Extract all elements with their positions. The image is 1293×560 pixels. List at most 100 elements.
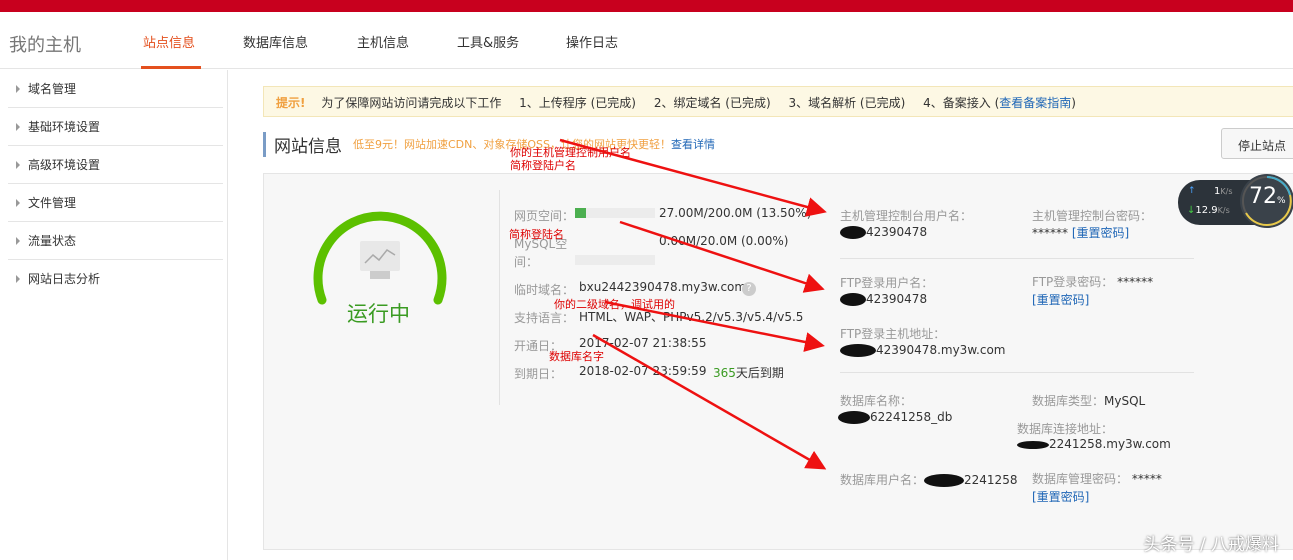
stop-site-button[interactable]: 停止站点 xyxy=(1221,128,1293,159)
redaction-mark xyxy=(840,293,866,306)
status-gauge xyxy=(313,211,447,305)
reset-db-password-link[interactable]: [重置密码] xyxy=(1032,488,1089,505)
web-space-label: 网页空间： xyxy=(514,209,575,223)
ftp-host-text: 42390478.my3w.com xyxy=(876,343,1006,357)
mysql-space-label-2: 间： xyxy=(514,255,539,269)
sidebar-item-label: 文件管理 xyxy=(28,196,77,210)
brand-title: 我的主机 xyxy=(9,35,81,56)
tab-database-info[interactable]: 数据库信息 xyxy=(243,32,308,51)
sidebar-item-label: 域名管理 xyxy=(28,82,77,96)
caret-right-icon xyxy=(16,237,20,245)
ftp-pw-label: FTP登录密码： xyxy=(1032,275,1114,289)
tab-operation-log[interactable]: 操作日志 xyxy=(566,32,618,51)
db-type-label: 数据库类型： xyxy=(1032,394,1105,408)
upload-arrow-icon: ↑ xyxy=(1188,186,1196,196)
sidebar-item-log-analysis[interactable]: 网站日志分析 xyxy=(8,260,223,298)
caret-right-icon xyxy=(16,161,20,169)
speed-unit: K/s xyxy=(1220,187,1233,196)
redaction-mark xyxy=(840,344,876,357)
percent-sign: % xyxy=(1277,196,1286,206)
status-label: 运行中 xyxy=(347,302,410,326)
sidebar-item-label: 高级环境设置 xyxy=(28,158,101,172)
web-space-value: 27.00M/200.0M (13.50%) xyxy=(659,206,812,220)
sidebar-item-domain[interactable]: 域名管理 xyxy=(8,70,223,108)
sidebar-item-basic-env[interactable]: 基础环境设置 xyxy=(8,108,223,146)
db-user-label: 数据库用户名： xyxy=(840,473,925,487)
host-user-value: 42390478 xyxy=(840,225,927,239)
memory-percent: 72% xyxy=(1249,184,1286,209)
notice-step: 3、域名解析 (已完成) xyxy=(788,96,906,110)
notice-text: 为了保障网站访问请完成以下工作 xyxy=(321,96,502,110)
download-value: 12.9 xyxy=(1195,205,1218,216)
sidebar-item-traffic[interactable]: 流量状态 xyxy=(8,222,223,260)
caret-right-icon xyxy=(16,123,20,131)
web-space-progress xyxy=(575,208,655,218)
filing-guide-link[interactable]: 查看备案指南 xyxy=(999,96,1071,110)
notice-paren: ) xyxy=(1071,96,1076,110)
watermark: 头条号 / 八戒爆料 xyxy=(1143,535,1279,555)
top-bar xyxy=(0,0,1293,12)
db-type-value: MySQL xyxy=(1104,394,1146,408)
caret-right-icon xyxy=(16,199,20,207)
expire-date-value: 2018-02-07 23:59:59 xyxy=(579,364,707,378)
db-type-row: 数据库类型：MySQL xyxy=(1032,392,1145,409)
db-address-text: 2241258.my3w.com xyxy=(1049,437,1171,451)
sidebar-item-label: 基础环境设置 xyxy=(28,120,101,134)
db-user-row: 数据库用户名： 2241258 xyxy=(840,471,1017,488)
expire-date-label: 到期日： xyxy=(514,367,563,381)
reset-ftp-password-link[interactable]: [重置密码] xyxy=(1032,291,1089,308)
tab-site-info[interactable]: 站点信息 xyxy=(143,32,195,51)
divider xyxy=(840,372,1194,373)
ftp-pw-row: FTP登录密码： ****** xyxy=(1032,273,1153,290)
host-user-text: 42390478 xyxy=(866,225,928,239)
mysql-space-progress xyxy=(575,255,655,265)
divider xyxy=(840,258,1194,259)
sidebar-item-label: 网站日志分析 xyxy=(28,272,101,286)
annotation-note: 你的二级域名，调试用的 xyxy=(554,298,675,311)
ftp-pw-value: ****** xyxy=(1117,275,1154,289)
help-icon[interactable]: ? xyxy=(742,282,756,296)
promo-details-link[interactable]: 查看详情 xyxy=(671,138,715,151)
db-name-label: 数据库名称： xyxy=(840,394,913,408)
sidebar: 域名管理 基础环境设置 高级环境设置 文件管理 流量状态 网站日志分析 xyxy=(0,70,228,560)
notice-step: 2、绑定域名 (已完成) xyxy=(653,96,771,110)
notice-step: 4、备案接入 ( xyxy=(923,96,1000,110)
redaction-mark xyxy=(1017,440,1049,449)
ftp-user-label: FTP登录用户名： xyxy=(840,276,934,290)
ftp-host-label: FTP登录主机地址： xyxy=(840,327,946,341)
tab-tools-services[interactable]: 工具&服务 xyxy=(457,32,519,51)
monitor-icon xyxy=(360,241,400,279)
db-pw-row: 数据库管理密码： ***** xyxy=(1032,470,1162,487)
db-pw-label: 数据库管理密码： xyxy=(1032,472,1129,486)
progress-fill xyxy=(575,208,586,218)
notice-banner: 提示! 为了保障网站访问请完成以下工作 1、上传程序 (已完成) 2、绑定域名 … xyxy=(263,86,1293,117)
host-pw-label: 主机管理控制台密码： xyxy=(1032,209,1153,223)
annotation-note: 数据库名字 xyxy=(549,350,604,363)
upload-speed: 1K/s xyxy=(1214,186,1232,197)
annotation-note: 简称登陆名 xyxy=(509,228,564,241)
caret-right-icon xyxy=(16,85,20,93)
speed-unit: K/s xyxy=(1217,206,1230,215)
page-title: 网站信息 xyxy=(263,132,342,157)
tab-host-info[interactable]: 主机信息 xyxy=(357,32,409,51)
notice-step: 1、上传程序 (已完成) xyxy=(519,96,636,110)
redaction-mark xyxy=(840,226,866,239)
days-count: 365 xyxy=(713,366,736,380)
annotation-note: 简称登陆户名 xyxy=(510,159,576,172)
active-tab-underline xyxy=(141,66,201,69)
db-name-text: 62241258_db xyxy=(870,410,953,424)
reset-host-password-link[interactable]: [重置密码] xyxy=(1072,226,1129,240)
sidebar-item-advanced-env[interactable]: 高级环境设置 xyxy=(8,146,223,184)
host-pw-value: ****** xyxy=(1032,226,1068,240)
percent-value: 72 xyxy=(1249,184,1277,209)
db-name-value: 62241258_db xyxy=(838,410,952,424)
caret-right-icon xyxy=(16,275,20,283)
divider xyxy=(499,190,500,405)
sidebar-item-files[interactable]: 文件管理 xyxy=(8,184,223,222)
temp-domain-value: bxu2442390478.my3w.com xyxy=(579,280,747,294)
days-remaining: 365天后到期 xyxy=(713,364,784,381)
main-nav: 我的主机 站点信息 数据库信息 主机信息 工具&服务 操作日志 xyxy=(0,12,1293,69)
sidebar-item-label: 流量状态 xyxy=(28,234,77,248)
redaction-mark xyxy=(838,411,870,424)
download-speed: ↓12.9K/s xyxy=(1187,205,1230,216)
